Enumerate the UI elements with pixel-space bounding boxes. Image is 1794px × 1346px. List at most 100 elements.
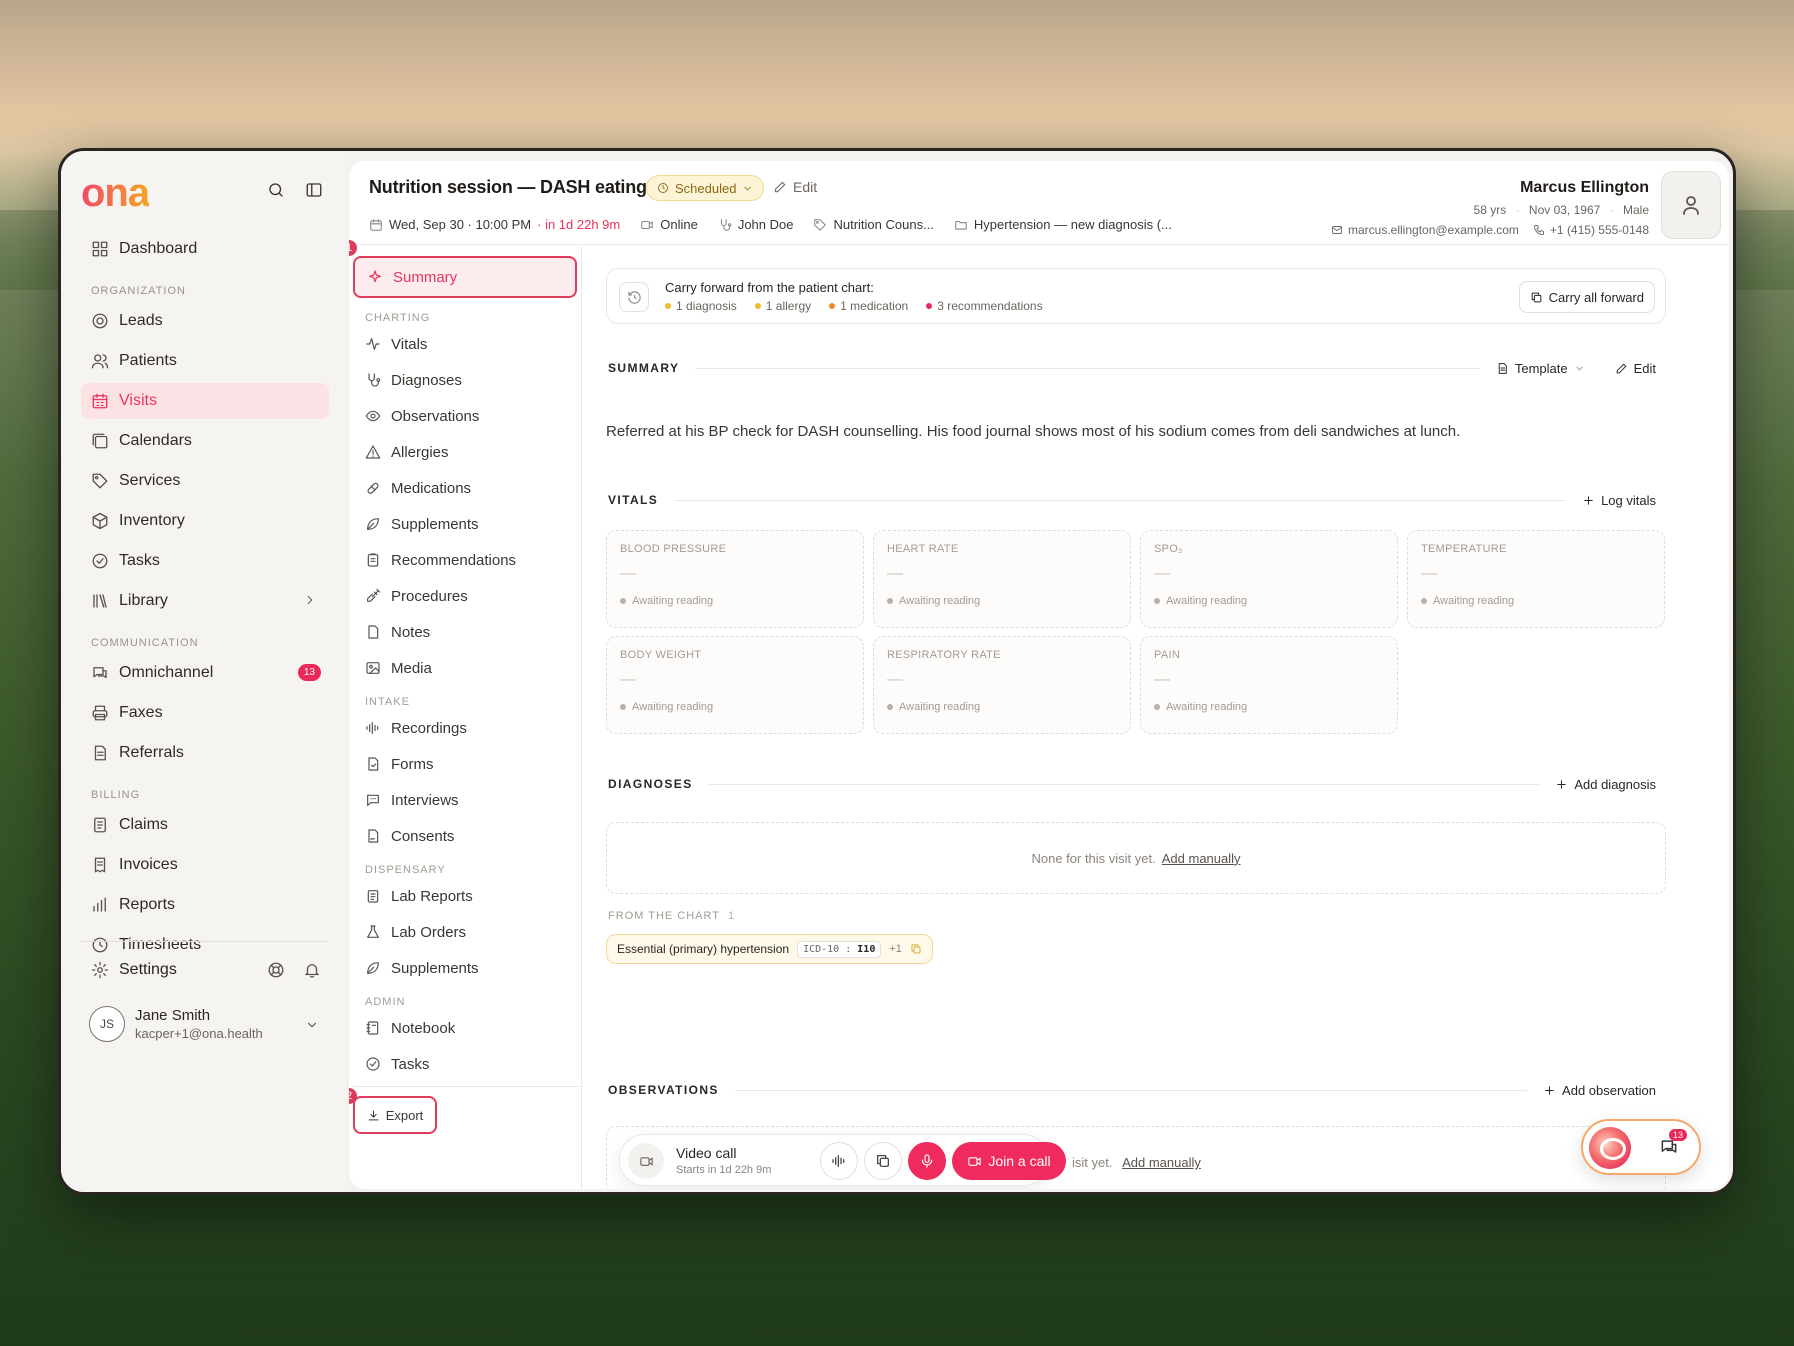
status-dot [1154,598,1160,604]
vital-card-body-weight[interactable]: BODY WEIGHT — Awaiting reading [606,636,864,734]
chart-nav-procedures[interactable]: Procedures [353,580,577,612]
chart-nav-tasks[interactable]: Tasks [353,1048,577,1080]
carry-forward-card: Carry forward from the patient chart: 1 … [606,268,1666,324]
diagnosis-chip[interactable]: Essential (primary) hypertension ICD-10 … [606,934,933,964]
visit-provider[interactable]: John Doe [718,217,793,232]
unread-badge: 13 [1669,1129,1688,1141]
template-icon [1496,362,1509,375]
users-icon [91,352,109,370]
nav-services[interactable]: Services [81,463,329,499]
nav-patients[interactable]: Patients [81,343,329,379]
nav-referrals[interactable]: Referrals [81,735,329,771]
export-button[interactable]: Export [353,1096,437,1134]
chart-nav-forms[interactable]: Forms [353,748,577,780]
visit-mode[interactable]: Online [640,217,698,232]
chart-nav-lab-orders[interactable]: Lab Orders [353,916,577,948]
copy-icon[interactable] [910,943,922,955]
patient-avatar[interactable] [1661,171,1721,239]
dot-1 [665,303,671,309]
divider [695,367,1480,369]
microphone-button[interactable] [908,1142,946,1180]
chart-nav-diagnoses[interactable]: Diagnoses [353,364,577,396]
assistant-launcher[interactable]: 13 [1581,1119,1701,1175]
carry-stat-allergy[interactable]: 1 allergy [754,299,811,313]
bell-icon[interactable] [303,961,321,979]
visit-meta: Wed, Sep 30 · 10:00 PM · in 1d 22h 9m On… [369,217,1172,232]
copy-link-button[interactable] [864,1142,902,1180]
nav-omnichannel[interactable]: Omnichannel 13 [81,655,329,691]
nav-settings[interactable]: Settings [81,952,329,988]
sidebar-toggle-icon[interactable] [305,181,323,199]
nav-faxes[interactable]: Faxes [81,695,329,731]
vital-card-respiratory-rate[interactable]: RESPIRATORY RATE — Awaiting reading [873,636,1131,734]
nav-reports[interactable]: Reports [81,887,329,923]
chart-nav-medications[interactable]: Medications [353,472,577,504]
nav-inventory[interactable]: Inventory [81,503,329,539]
chart-nav-vitals[interactable]: Vitals [353,328,577,360]
nav-library[interactable]: Library [81,583,329,619]
nav-calendars[interactable]: Calendars [81,423,329,459]
chart-nav-summary[interactable]: Summary [353,256,577,298]
vital-card-heart-rate[interactable]: HEART RATE — Awaiting reading [873,530,1131,628]
section-title: DIAGNOSES [608,777,693,791]
add-observation-manually-link[interactable]: Add manually [1122,1155,1201,1170]
nav-tasks[interactable]: Tasks [81,543,329,579]
edit-visit-button[interactable]: Edit [773,179,817,195]
carry-stat-recommendations[interactable]: 3 recommendations [926,299,1043,313]
template-dropdown[interactable]: Template [1496,361,1597,376]
carry-stat-medication[interactable]: 1 medication [829,299,908,313]
vital-card-blood-pressure[interactable]: BLOOD PRESSURE — Awaiting reading [606,530,864,628]
chart-nav-supplements[interactable]: Supplements [353,508,577,540]
chart-nav-recordings[interactable]: Recordings [353,712,577,744]
nav-dashboard[interactable]: Dashboard [81,231,329,267]
add-observation-button[interactable]: Add observation [1543,1083,1668,1098]
vital-card-spo2[interactable]: SPO₂ — Awaiting reading [1140,530,1398,628]
chart-nav-dispensary-supplements[interactable]: Supplements [353,952,577,984]
user-menu[interactable]: JS Jane Smith kacper+1@ona.health [81,988,329,1042]
edit-summary-button[interactable]: Edit [1615,361,1668,376]
patient-email[interactable]: marcus.ellington@example.com [1331,223,1519,237]
summary-section-header: SUMMARY Template Edit [608,358,1668,378]
help-icon[interactable] [267,961,285,979]
status-dropdown[interactable]: Scheduled [646,175,765,201]
section-title: VITALS [608,493,659,507]
folder-icon [954,218,968,232]
report-icon [365,888,381,904]
chevron-down-icon[interactable] [305,1018,319,1032]
add-diagnosis-button[interactable]: Add diagnosis [1555,777,1668,792]
add-diagnosis-manually-link[interactable]: Add manually [1162,851,1241,866]
sparkle-icon [367,269,383,285]
pencil-icon [1615,362,1628,375]
nav-claims[interactable]: Claims [81,807,329,843]
carry-stat-diagnosis[interactable]: 1 diagnosis [665,299,737,313]
nav-leads[interactable]: Leads [81,303,329,339]
assistant-orb-icon[interactable] [1589,1127,1631,1169]
log-vitals-button[interactable]: Log vitals [1582,493,1668,508]
chart-nav-observations[interactable]: Observations [353,400,577,432]
chart-nav-recommendations[interactable]: Recommendations [353,544,577,576]
edit-label: Edit [793,179,818,195]
patient-phone[interactable]: +1 (415) 555-0148 [1533,223,1649,237]
chart-nav-allergies[interactable]: Allergies [353,436,577,468]
chart-nav-media[interactable]: Media [353,652,577,684]
chart-nav-notebook[interactable]: Notebook [353,1012,577,1044]
carry-all-forward-button[interactable]: Carry all forward [1518,281,1655,313]
plus-icon [1582,494,1595,507]
vital-card-pain[interactable]: PAIN — Awaiting reading [1140,636,1398,734]
chart-nav-notes[interactable]: Notes [353,616,577,648]
nav-invoices[interactable]: Invoices [81,847,329,883]
search-icon[interactable] [267,181,285,199]
plus-icon [1555,778,1568,791]
join-call-button[interactable]: Join a call [952,1142,1066,1180]
nav-visits[interactable]: Visits [81,383,329,419]
vital-card-temperature[interactable]: TEMPERATURE — Awaiting reading [1407,530,1665,628]
chart-nav-lab-reports[interactable]: Lab Reports [353,880,577,912]
audio-waveform-button[interactable] [820,1142,858,1180]
chart-nav-interviews[interactable]: Interviews [353,784,577,816]
chart-nav-consents[interactable]: Consents [353,820,577,852]
visit-datetime[interactable]: Wed, Sep 30 · 10:00 PM · in 1d 22h 9m [369,217,620,232]
app-logo[interactable]: ona [81,171,150,216]
visit-case[interactable]: Hypertension — new diagnosis (... [954,217,1172,232]
patient-name[interactable]: Marcus Ellington [1331,179,1649,197]
visit-service[interactable]: Nutrition Couns... [813,217,934,232]
